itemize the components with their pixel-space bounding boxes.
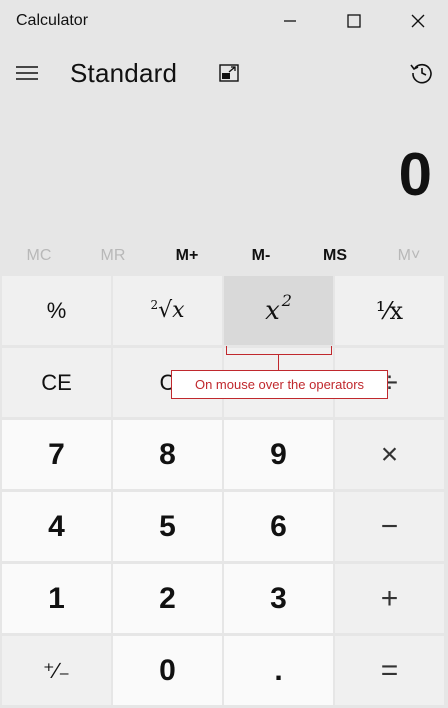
memory-list-button[interactable]: M˅ bbox=[372, 240, 446, 272]
close-icon bbox=[411, 14, 425, 28]
digit-3-label: 3 bbox=[270, 581, 287, 615]
maximize-button[interactable] bbox=[322, 0, 386, 42]
add-button[interactable]: + bbox=[335, 564, 444, 633]
decimal-button[interactable]: . bbox=[224, 636, 333, 705]
minimize-button[interactable] bbox=[258, 0, 322, 42]
multiply-button[interactable]: × bbox=[335, 420, 444, 489]
digit-6-button[interactable]: 6 bbox=[224, 492, 333, 561]
memory-subtract-button[interactable]: M- bbox=[224, 240, 298, 272]
digit-1-button[interactable]: 1 bbox=[2, 564, 111, 633]
root-button[interactable]: 2√x bbox=[113, 276, 222, 345]
digit-9-label: 9 bbox=[270, 437, 287, 471]
decimal-label: . bbox=[274, 653, 283, 687]
root-label: 2√x bbox=[150, 298, 184, 323]
header: Standard bbox=[0, 46, 448, 100]
history-button[interactable] bbox=[402, 54, 442, 92]
annotation-bracket bbox=[226, 346, 332, 355]
subtract-button[interactable]: − bbox=[335, 492, 444, 561]
root-symbol: √x bbox=[158, 298, 185, 323]
clear-entry-label: CE bbox=[41, 369, 72, 395]
digit-1-label: 1 bbox=[48, 581, 65, 615]
keep-on-top-icon bbox=[219, 64, 239, 82]
minimize-icon bbox=[284, 20, 296, 22]
hamburger-icon bbox=[16, 66, 38, 80]
menu-button[interactable] bbox=[8, 54, 46, 92]
digit-5-button[interactable]: 5 bbox=[113, 492, 222, 561]
digit-6-label: 6 bbox=[270, 509, 287, 543]
reciprocal-button[interactable]: ⅟x bbox=[335, 276, 444, 345]
memory-row: MC MR M+ M- MS M˅ bbox=[2, 240, 446, 272]
percent-label: % bbox=[46, 297, 67, 323]
subtract-label: − bbox=[380, 509, 399, 543]
digit-9-button[interactable]: 9 bbox=[224, 420, 333, 489]
keypad: % 2√x x2 ⅟x CE C ⌫ ÷ 7 8 9 × 4 5 6 − 1 2… bbox=[2, 276, 446, 705]
memory-store-button[interactable]: MS bbox=[298, 240, 372, 272]
digit-0-button[interactable]: 0 bbox=[113, 636, 222, 705]
annotation-callout: On mouse over the operators bbox=[171, 370, 388, 399]
digit-5-label: 5 bbox=[159, 509, 176, 543]
negate-button[interactable]: ⁺∕₋ bbox=[2, 636, 111, 705]
memory-clear-button[interactable]: MC bbox=[2, 240, 76, 272]
square-base: x bbox=[265, 295, 280, 326]
digit-7-button[interactable]: 7 bbox=[2, 420, 111, 489]
close-button[interactable] bbox=[386, 0, 448, 42]
history-icon bbox=[410, 63, 432, 84]
multiply-label: × bbox=[380, 437, 399, 471]
add-label: + bbox=[380, 581, 399, 615]
equals-button[interactable]: = bbox=[335, 636, 444, 705]
maximize-icon bbox=[347, 14, 361, 28]
digit-2-label: 2 bbox=[159, 581, 176, 615]
square-button[interactable]: x2 bbox=[224, 276, 333, 345]
digit-4-label: 4 bbox=[48, 509, 65, 543]
square-exponent: 2 bbox=[281, 291, 292, 310]
negate-label: ⁺∕₋ bbox=[43, 657, 70, 683]
memory-add-button[interactable]: M+ bbox=[150, 240, 224, 272]
percent-button[interactable]: % bbox=[2, 276, 111, 345]
root-index: 2 bbox=[150, 298, 159, 312]
digit-2-button[interactable]: 2 bbox=[113, 564, 222, 633]
annotation-connector bbox=[278, 355, 279, 370]
digit-7-label: 7 bbox=[48, 437, 65, 471]
title-bar: Calculator bbox=[0, 0, 448, 42]
memory-recall-button[interactable]: MR bbox=[76, 240, 150, 272]
result-display: 0 bbox=[398, 141, 432, 208]
digit-8-label: 8 bbox=[159, 437, 176, 471]
clear-entry-button[interactable]: CE bbox=[2, 348, 111, 417]
digit-8-button[interactable]: 8 bbox=[113, 420, 222, 489]
mode-title: Standard bbox=[70, 58, 178, 88]
digit-3-button[interactable]: 3 bbox=[224, 564, 333, 633]
reciprocal-label: ⅟x bbox=[375, 296, 404, 325]
keep-on-top-button[interactable] bbox=[210, 54, 248, 92]
app-title: Calculator bbox=[16, 12, 89, 29]
digit-4-button[interactable]: 4 bbox=[2, 492, 111, 561]
digit-0-label: 0 bbox=[159, 653, 176, 687]
equals-label: = bbox=[380, 653, 399, 687]
